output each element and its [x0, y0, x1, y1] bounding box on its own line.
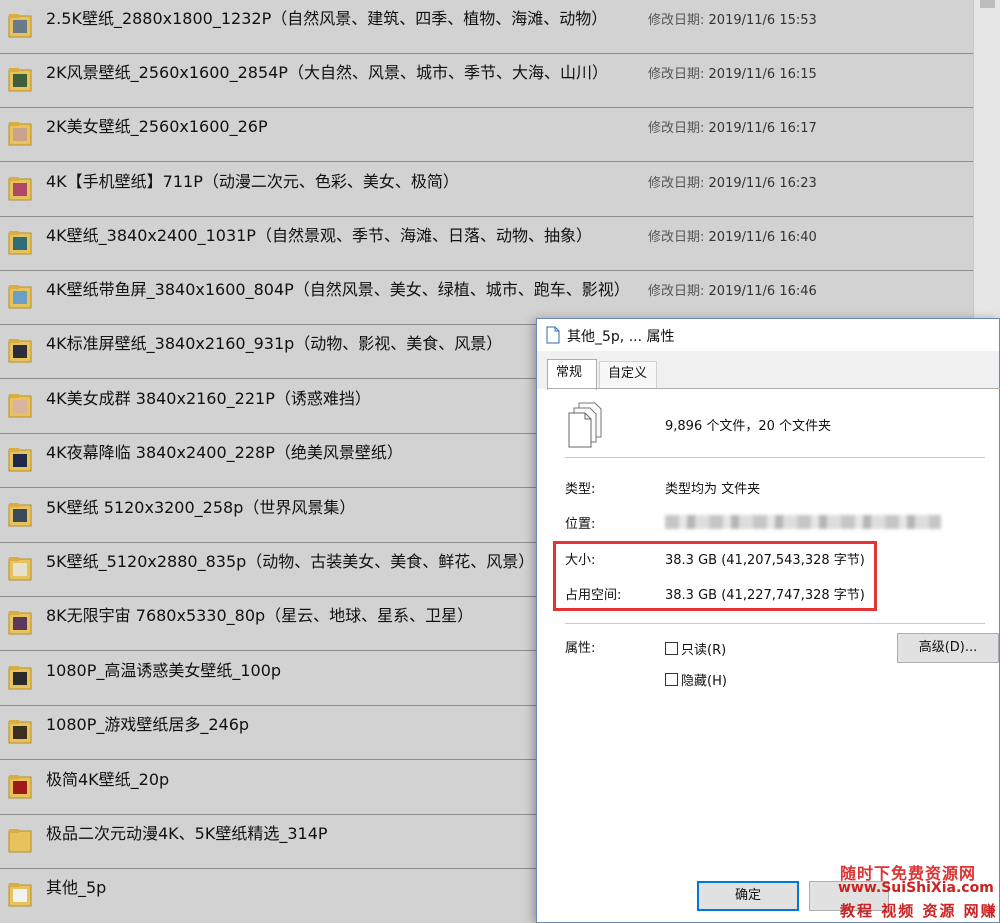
folder-icon [8, 720, 32, 744]
type-label: 类型: [565, 482, 596, 497]
size-label: 大小: [565, 553, 596, 568]
folder-icon [8, 666, 32, 690]
tab-strip: 常规 自定义 [537, 351, 999, 390]
dialog-titlebar[interactable]: 其他_5p, ... 属性 [537, 319, 999, 351]
watermark-line-3: 教程 视频 资源 网赚 [840, 902, 998, 920]
size-on-disk-value: 38.3 GB (41,227,747,328 字节) [665, 588, 865, 603]
folder-icon [8, 394, 32, 418]
folder-name: 2K风景壁纸_2560x1600_2854P（大自然、风景、城市、季节、大海、山… [46, 63, 608, 82]
dialog-title: 其他_5p, ... 属性 [567, 329, 675, 345]
tab-general[interactable]: 常规 [547, 359, 597, 390]
folder-name: 2K美女壁纸_2560x1600_26P [46, 117, 268, 136]
location-label: 位置: [565, 517, 596, 532]
list-item[interactable]: 2K美女壁纸_2560x1600_26P 修改日期: 2019/11/6 16:… [0, 108, 973, 162]
list-item[interactable]: 2.5K壁纸_2880x1800_1232P（自然风景、建筑、四季、植物、海滩、… [0, 0, 973, 54]
watermark-url: www.SuiShiXia.com [838, 880, 994, 896]
scrollbar-thumb[interactable] [980, 0, 995, 8]
attributes-label: 属性: [565, 641, 596, 656]
hidden-label[interactable]: 隐藏(H) [681, 670, 727, 689]
folder-icon [8, 611, 32, 635]
readonly-checkbox[interactable] [665, 642, 678, 655]
separator [565, 457, 985, 458]
folder-name: 1080P_游戏壁纸居多_246p [46, 715, 250, 734]
folder-icon [8, 122, 32, 146]
multiple-files-icon [568, 402, 602, 448]
folder-name: 4K【手机壁纸】711P（动漫二次元、色彩、美女、极简） [46, 172, 459, 191]
folder-icon [8, 557, 32, 581]
size-value: 38.3 GB (41,207,543,328 字节) [665, 553, 865, 568]
document-icon [546, 326, 560, 344]
folder-name: 5K壁纸 5120x3200_258p（世界风景集） [46, 498, 356, 517]
modified-date: 修改日期: 2019/11/6 16:23 [648, 176, 817, 191]
list-item[interactable]: 4K壁纸带鱼屏_3840x1600_804P（自然风景、美女、绿植、城市、跑车、… [0, 271, 973, 325]
folder-icon [8, 448, 32, 472]
folder-icon [8, 503, 32, 527]
folder-icon [8, 14, 32, 38]
folder-name: 4K标准屏壁纸_3840x2160_931p（动物、影视、美食、风景） [46, 334, 503, 353]
properties-dialog: 其他_5p, ... 属性 常规 自定义 9,896 个文件，20 个文件夹 类… [536, 318, 1000, 923]
folder-name: 4K壁纸带鱼屏_3840x1600_804P（自然风景、美女、绿植、城市、跑车、… [46, 280, 630, 299]
list-item[interactable]: 4K【手机壁纸】711P（动漫二次元、色彩、美女、极简） 修改日期: 2019/… [0, 163, 973, 217]
folder-icon [8, 285, 32, 309]
folder-icon [8, 177, 32, 201]
modified-date: 修改日期: 2019/11/6 16:46 [648, 284, 817, 299]
general-panel: 9,896 个文件，20 个文件夹 类型: 类型均为 文件夹 位置: 大小: 3… [547, 388, 1000, 919]
folder-name: 2.5K壁纸_2880x1800_1232P（自然风景、建筑、四季、植物、海滩、… [46, 9, 608, 28]
folder-icon [8, 339, 32, 363]
folder-icon [8, 829, 32, 853]
modified-date: 修改日期: 2019/11/6 15:53 [648, 13, 817, 28]
folder-icon [8, 231, 32, 255]
folder-icon [8, 68, 32, 92]
modified-date: 修改日期: 2019/11/6 16:40 [648, 230, 817, 245]
folder-name: 4K美女成群 3840x2160_221P（诱惑难挡） [46, 389, 371, 408]
folder-name: 1080P_高温诱惑美女壁纸_100p [46, 661, 282, 680]
folder-name: 4K夜幕降临 3840x2400_228P（绝美风景壁纸） [46, 443, 403, 462]
ok-button[interactable]: 确定 [697, 881, 799, 911]
folder-icon [8, 775, 32, 799]
list-item[interactable]: 2K风景壁纸_2560x1600_2854P（大自然、风景、城市、季节、大海、山… [0, 54, 973, 108]
type-value: 类型均为 文件夹 [665, 482, 761, 497]
readonly-label[interactable]: 只读(R) [681, 639, 726, 658]
advanced-button[interactable]: 高级(D)... [897, 633, 999, 663]
separator [565, 623, 985, 624]
location-value-redacted [665, 515, 941, 529]
size-on-disk-label: 占用空间: [565, 588, 622, 603]
folder-name: 极简4K壁纸_20p [46, 770, 170, 789]
folder-name: 极品二次元动漫4K、5K壁纸精选_314P [46, 824, 328, 843]
folder-name: 4K壁纸_3840x2400_1031P（自然景观、季节、海滩、日落、动物、抽象… [46, 226, 592, 245]
tab-custom[interactable]: 自定义 [599, 361, 657, 389]
site-watermark: 随时下免费资源网 www.SuiShiXia.com 教程 视频 资源 网赚 [834, 858, 1000, 923]
folder-name: 5K壁纸_5120x2880_835p（动物、古装美女、美食、鲜花、风景） [46, 552, 535, 571]
folder-name: 8K无限宇宙 7680x5330_80p（星云、地球、星系、卫星） [46, 606, 474, 625]
contents-summary: 9,896 个文件，20 个文件夹 [665, 419, 832, 434]
folder-icon [8, 883, 32, 907]
hidden-checkbox[interactable] [665, 673, 678, 686]
list-item[interactable]: 4K壁纸_3840x2400_1031P（自然景观、季节、海滩、日落、动物、抽象… [0, 217, 973, 271]
folder-name: 其他_5p [46, 878, 107, 897]
modified-date: 修改日期: 2019/11/6 16:15 [648, 67, 817, 82]
modified-date: 修改日期: 2019/11/6 16:17 [648, 121, 817, 136]
